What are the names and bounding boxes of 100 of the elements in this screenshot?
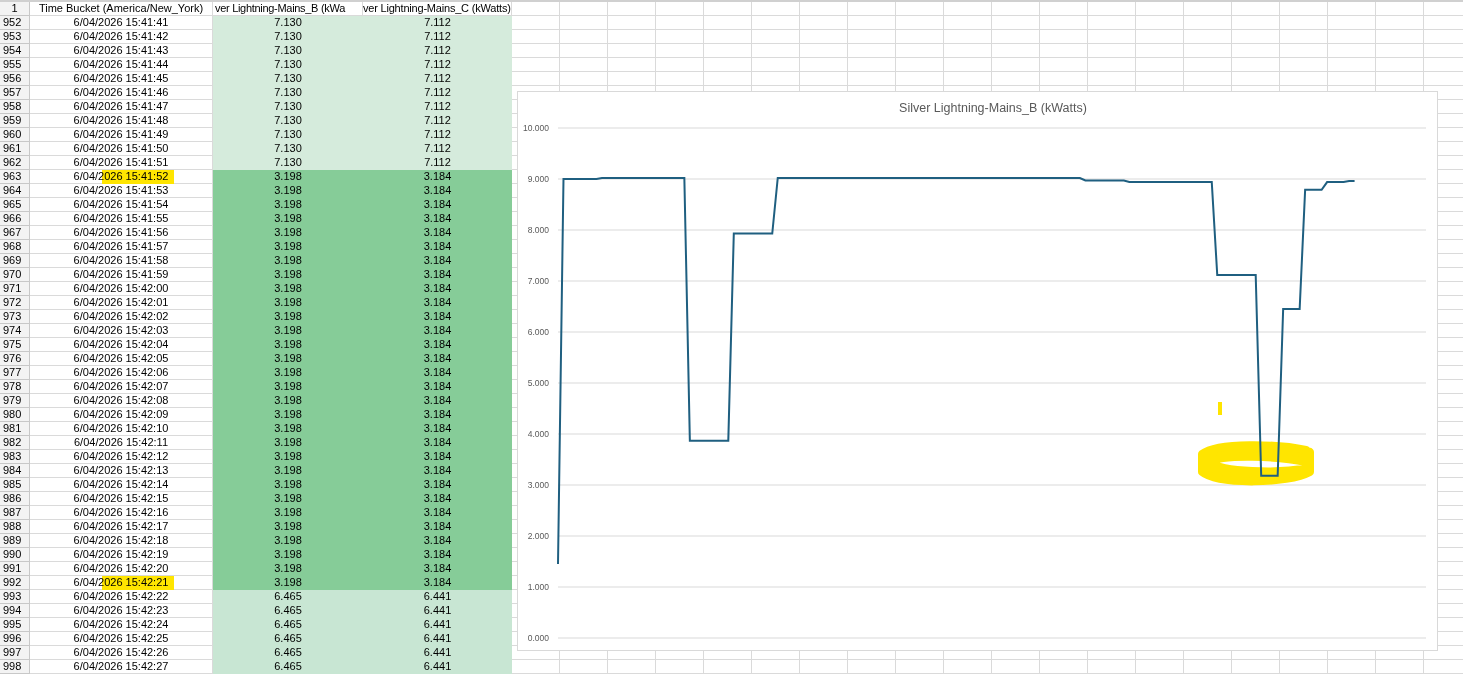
row-number: 967 [0,226,30,240]
table-cell: 3.184 [363,324,512,338]
table-cell: 3.198 [213,240,363,254]
table-cell: 6/04/2026 15:41:45 [73,72,169,84]
table-cell: 3.198 [213,268,363,282]
column-header: ver Lightning-Mains_B (kWa [215,2,345,14]
table-cell: 6/04/2026 15:41:56 [73,226,169,238]
row-number: 992 [0,576,30,590]
table-cell: 6/04/2026 15:41:46 [73,86,169,98]
empty-cell [800,58,848,72]
table-cell: 6.441 [363,660,512,674]
table-cell: 3.184 [363,562,512,576]
table-cell: 3.184 [363,268,512,282]
table-cell: 6/04/2026 15:42:11 [74,436,168,448]
table-cell: 6/04/2026 15:41:59 [73,268,169,280]
empty-cell [1232,58,1280,72]
table-cell: 6.465 [213,646,363,660]
axis-label: 10.000 [523,123,549,133]
empty-cell [1184,30,1232,44]
table-cell: 6/04/2026 15:42:18 [73,534,169,546]
table-cell: 6/04/2026 15:42:27 [73,660,169,672]
table-cell: 3.198 [213,352,363,366]
empty-cell [944,660,992,674]
empty-cell [752,660,800,674]
table-cell: 6/04/2026 15:41:49 [73,128,169,140]
empty-cell [560,58,608,72]
row-number: 977 [0,366,30,380]
table-cell: 3.198 [213,576,363,590]
empty-cell [896,660,944,674]
empty-cell [752,58,800,72]
row-number: 998 [0,660,30,674]
empty-cell [1184,16,1232,30]
table-cell: 3.184 [363,394,512,408]
empty-cell [944,30,992,44]
table-cell: 6/04/2026 15:42:00 [73,282,169,294]
table-cell: 3.198 [213,254,363,268]
table-cell: 3.184 [363,534,512,548]
empty-cell [1376,30,1424,44]
row-number: 962 [0,156,30,170]
row-number: 973 [0,310,30,324]
table-cell: 6.465 [213,660,363,674]
row-number: 953 [0,30,30,44]
axis-label: 2.000 [527,531,549,541]
table-cell: 3.198 [213,184,363,198]
table-cell: 3.198 [213,534,363,548]
table-cell: 3.184 [363,198,512,212]
table-cell: 6.441 [363,590,512,604]
table-cell: 6/04/2026 15:41:54 [73,198,169,210]
table-cell: 3.198 [213,226,363,240]
empty-cell [1184,660,1232,674]
row-number: 959 [0,114,30,128]
table-cell: 6/04/2026 15:42:08 [73,394,169,406]
table-cell: 6/04/2026 15:41:44 [73,58,169,70]
empty-cell [704,660,752,674]
empty-cell [752,16,800,30]
empty-cell [752,30,800,44]
table-cell: 7.130 [213,44,363,58]
table-cell: 6/04/2026 15:42:17 [73,520,169,532]
row-number: 996 [0,632,30,646]
table-cell: 7.112 [363,86,512,100]
table-cell: 6/04/2026 15:41:48 [73,114,169,126]
table-cell: 3.198 [213,170,363,184]
table-cell: 6/04/2026 15:42:24 [73,618,169,630]
empty-cell [800,44,848,58]
row-number: 979 [0,394,30,408]
table-cell: 3.184 [363,548,512,562]
table-cell: 7.112 [363,156,512,170]
empty-cell [1232,30,1280,44]
empty-cell [608,58,656,72]
empty-cell [992,30,1040,44]
row-number: 981 [0,422,30,436]
row-number: 956 [0,72,30,86]
table-cell: 6/04/2026 15:41:51 [73,156,169,168]
row-number: 988 [0,520,30,534]
empty-cell [848,660,896,674]
table-cell: 3.184 [363,254,512,268]
table-cell: 7.112 [363,44,512,58]
empty-cell [992,16,1040,30]
table-cell: 6/04/2026 15:42:05 [73,352,169,364]
table-cell: 3.184 [363,408,512,422]
empty-cell [704,16,752,30]
row-number: 971 [0,282,30,296]
row-number: 994 [0,604,30,618]
row-number: 990 [0,548,30,562]
table-cell: 3.184 [363,184,512,198]
empty-cell [1328,30,1376,44]
table-cell: 6/04/2026 15:41:55 [73,212,169,224]
table-cell: 3.184 [363,282,512,296]
row-number: 964 [0,184,30,198]
row-number: 986 [0,492,30,506]
table-cell: 3.184 [363,212,512,226]
axis-label: 5.000 [527,378,549,388]
empty-cell [1376,58,1424,72]
table-cell: 6/04/2026 15:42:19 [73,548,169,560]
table-cell: 6/04/2026 15:42:25 [73,632,169,644]
empty-cell [1088,58,1136,72]
empty-cell [1376,44,1424,58]
empty-cell [992,44,1040,58]
empty-cell [800,30,848,44]
table-cell: 3.184 [363,296,512,310]
